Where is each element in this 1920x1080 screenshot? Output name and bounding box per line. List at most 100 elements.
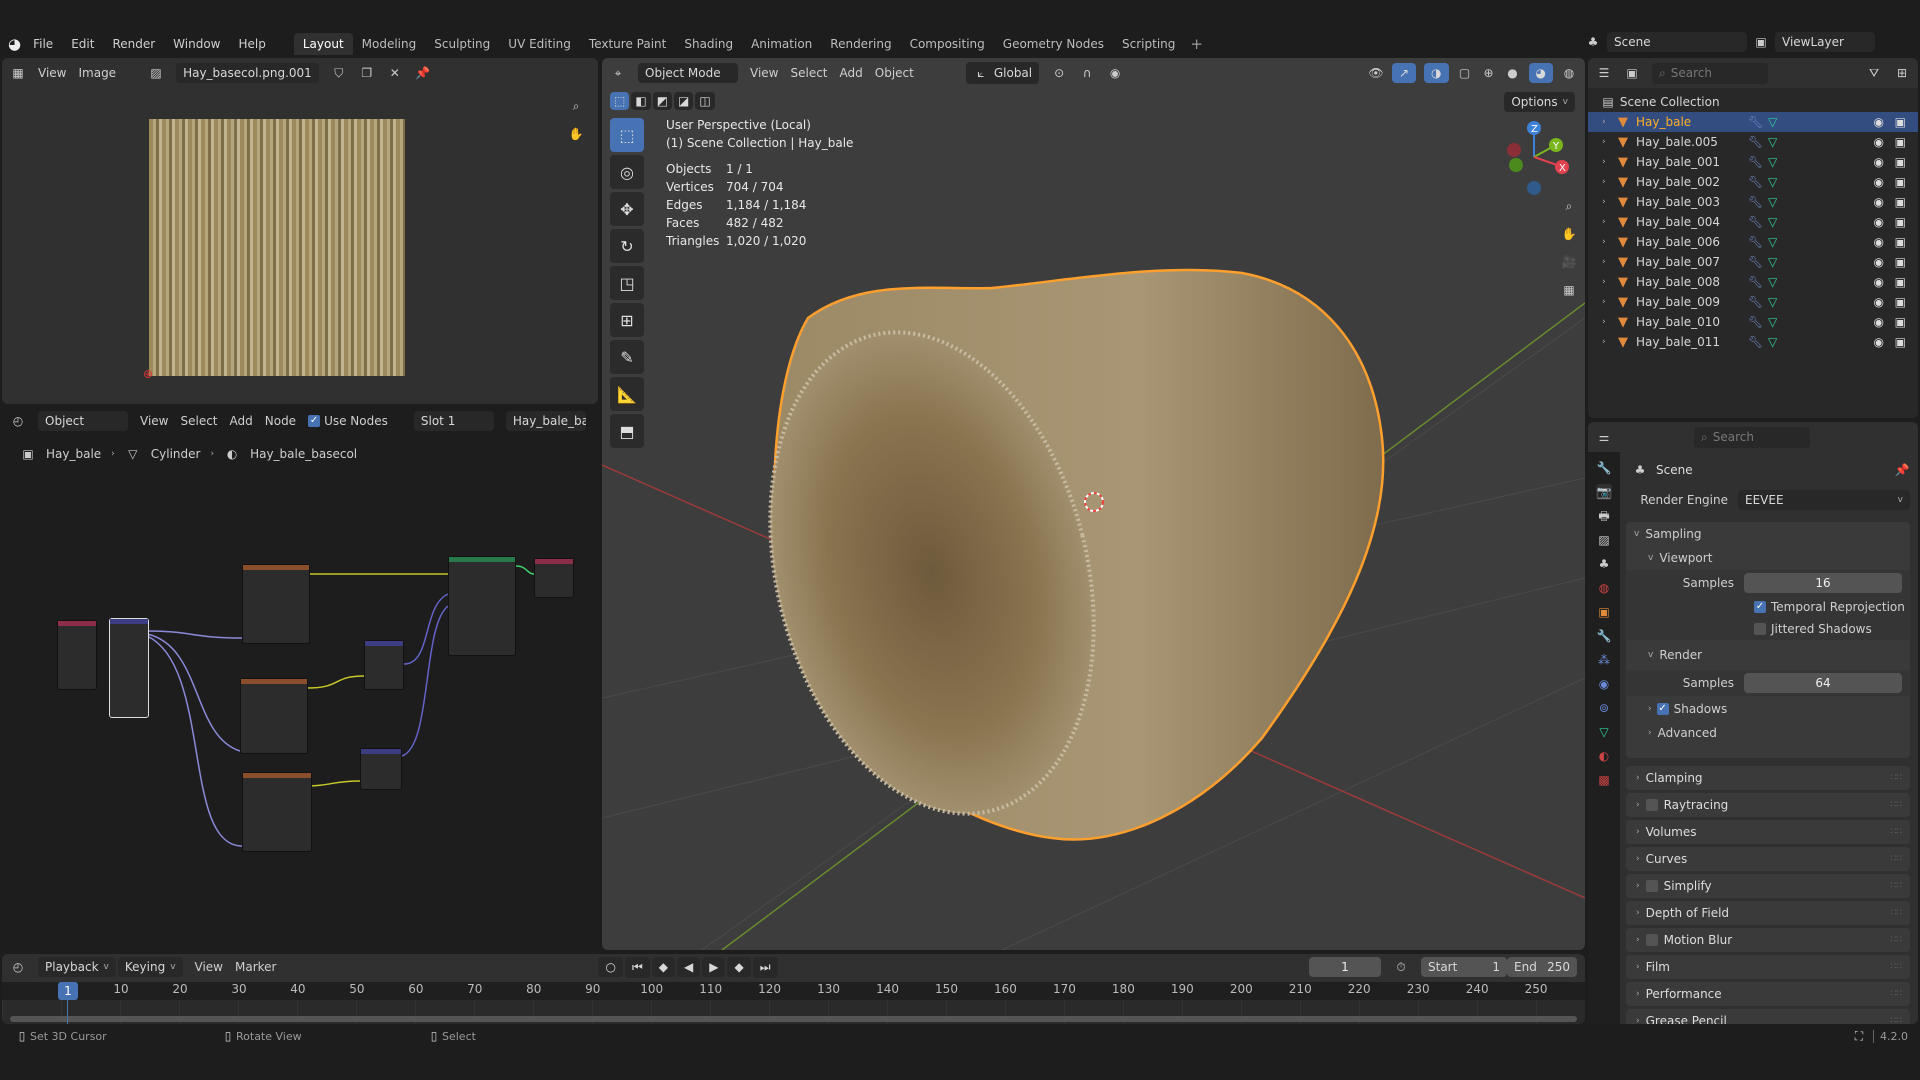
gizmo-toggle[interactable]: ↗	[1391, 63, 1417, 83]
stopwatch-icon[interactable]: ⏱	[1393, 959, 1409, 975]
modifier-tab-icon[interactable]: 🔧	[1596, 628, 1612, 644]
blender-logo-icon[interactable]: ◕	[8, 35, 21, 53]
menu-window[interactable]: Window	[173, 37, 220, 51]
drag-handle-icon[interactable]: ∷∷	[1891, 881, 1902, 891]
filter-icon[interactable]: ⛛	[1866, 65, 1882, 81]
modifier-icon[interactable]: 🔧︎	[1748, 155, 1763, 169]
menu-view[interactable]: View	[38, 66, 66, 80]
overlay-toggle[interactable]: ◑	[1424, 63, 1449, 83]
modifier-icon[interactable]: 🔧︎	[1748, 175, 1763, 189]
workspace-tab-animation[interactable]: Animation	[742, 33, 821, 55]
mesh-data-icon[interactable]: ▽	[1768, 215, 1777, 229]
solid-shading-icon[interactable]: ●	[1505, 65, 1521, 81]
render-camera-icon[interactable]: ▣	[1895, 215, 1906, 229]
expand-icon[interactable]: ›	[1602, 237, 1606, 247]
outliner-item[interactable]: › ▼ Hay_bale_011 🔧︎ ▽ ◉ ▣	[1588, 332, 1918, 352]
expand-icon[interactable]: ›	[1602, 257, 1606, 267]
new-collection-icon[interactable]: ⊞	[1894, 65, 1910, 81]
navigation-gizmo[interactable]: Z Y X	[1507, 121, 1569, 195]
image-browse-icon[interactable]: ▨	[148, 65, 164, 81]
play-reverse-button[interactable]: ◀	[677, 957, 701, 977]
end-frame-field[interactable]: End 250	[1507, 957, 1577, 977]
render-camera-icon[interactable]: ▣	[1895, 275, 1906, 289]
view-layer-tab-icon[interactable]: ▨	[1596, 532, 1612, 548]
node-image-texture-roughness[interactable]	[240, 678, 308, 754]
drag-handle-icon[interactable]: ∷∷	[1891, 1016, 1902, 1024]
output-tab-icon[interactable]: 🖶	[1596, 508, 1612, 524]
menu-file[interactable]: File	[33, 37, 53, 51]
editor-type-icon[interactable]: ☰	[1596, 65, 1612, 81]
scene-collection-row[interactable]: ▤ Scene Collection	[1588, 92, 1918, 112]
outliner-item[interactable]: › ▼ Hay_bale_010 🔧︎ ▽ ◉ ▣	[1588, 312, 1918, 332]
mode-dropdown[interactable]: Object Mode	[638, 63, 738, 83]
texture-tab-icon[interactable]: ▩	[1596, 772, 1612, 788]
menu-view[interactable]: View	[750, 66, 778, 80]
checkbox-icon[interactable]	[1645, 799, 1658, 811]
proportional-edit-icon[interactable]: ◉	[1107, 65, 1123, 81]
drag-handle-icon[interactable]: ∷∷	[1891, 773, 1902, 783]
render-camera-icon[interactable]: ▣	[1895, 315, 1906, 329]
measure-tool[interactable]: 📐	[610, 377, 644, 411]
editor-type-icon[interactable]: ◴	[10, 959, 26, 975]
drag-handle-icon[interactable]: ∷∷	[1891, 800, 1902, 810]
expand-icon[interactable]: ›	[1602, 197, 1606, 207]
properties-search[interactable]: ⌕ Search	[1694, 426, 1810, 448]
render-camera-icon[interactable]: ▣	[1895, 235, 1906, 249]
outliner-item[interactable]: › ▼ Hay_bale_002 🔧︎ ▽ ◉ ▣	[1588, 172, 1918, 192]
expand-icon[interactable]: ›	[1602, 157, 1606, 167]
playback-dropdown[interactable]: Playback v	[38, 957, 116, 977]
material-shading-button[interactable]: ◕	[1528, 63, 1553, 83]
outliner-item[interactable]: › ▼ Hay_bale_009 🔧︎ ▽ ◉ ▣	[1588, 292, 1918, 312]
outliner-search[interactable]: ⌕ Search	[1652, 62, 1768, 84]
workspace-tab-compositing[interactable]: Compositing	[901, 33, 994, 55]
visibility-eye-icon[interactable]: ◉	[1874, 295, 1884, 309]
scene-selector[interactable]: Scene	[1607, 32, 1747, 52]
render-camera-icon[interactable]: ▣	[1895, 155, 1906, 169]
view-layer-icon[interactable]: ▣	[1753, 34, 1769, 50]
select-invert-icon[interactable]: ◪	[674, 92, 694, 110]
timeline-scrollbar[interactable]	[10, 1016, 1577, 1022]
editor-type-icon[interactable]: ▦	[10, 65, 26, 81]
modifier-icon[interactable]: 🔧︎	[1748, 295, 1763, 309]
mesh-data-icon[interactable]: ▽	[1768, 195, 1777, 209]
node-principled-bsdf[interactable]	[448, 556, 516, 656]
mesh-data-icon[interactable]: ▽	[1768, 115, 1777, 129]
keying-dropdown[interactable]: Keying v	[117, 957, 183, 977]
select-extend-icon[interactable]: ◧	[631, 92, 651, 110]
outliner-item[interactable]: › ▼ Hay_bale_008 🔧︎ ▽ ◉ ▣	[1588, 272, 1918, 292]
workspace-tab-texture-paint[interactable]: Texture Paint	[580, 33, 675, 55]
drag-handle-icon[interactable]: ∷∷	[1891, 989, 1902, 999]
workspace-tab-uv-editing[interactable]: UV Editing	[499, 33, 580, 55]
add-cube-tool[interactable]: ⬒	[610, 414, 644, 448]
fake-user-icon[interactable]: ⛉	[331, 65, 347, 81]
select-intersect-icon[interactable]: ◫	[695, 92, 715, 110]
render-camera-icon[interactable]: ▣	[1895, 255, 1906, 269]
expand-icon[interactable]: ›	[1602, 337, 1606, 347]
menu-add[interactable]: Add	[840, 66, 863, 80]
mesh-data-icon[interactable]: ▽	[1768, 135, 1777, 149]
view-layer-selector[interactable]: ViewLayer	[1775, 32, 1875, 52]
visibility-eye-icon[interactable]: ◉	[1874, 215, 1884, 229]
outliner-item[interactable]: › ▼ Hay_bale_001 🔧︎ ▽ ◉ ▣	[1588, 152, 1918, 172]
visibility-eye-icon[interactable]: ◉	[1874, 155, 1884, 169]
mesh-data-icon[interactable]: ▽	[1768, 335, 1777, 349]
modifier-icon[interactable]: 🔧︎	[1748, 195, 1763, 209]
sampling-header[interactable]: v Sampling	[1626, 522, 1910, 546]
modifier-icon[interactable]: 🔧︎	[1748, 315, 1763, 329]
expand-icon[interactable]: ›	[1602, 317, 1606, 327]
checkbox-icon[interactable]	[1645, 880, 1658, 892]
unlink-icon[interactable]: ✕	[387, 65, 403, 81]
pin-icon[interactable]: 📌	[1894, 462, 1910, 478]
panel-curves[interactable]: › Curves ∷∷	[1626, 847, 1910, 871]
cursor-tool[interactable]: ◎	[610, 155, 644, 189]
outliner-item[interactable]: › ▼ Hay_bale_006 🔧︎ ▽ ◉ ▣	[1588, 232, 1918, 252]
panel-performance[interactable]: › Performance ∷∷	[1626, 982, 1910, 1006]
zoom-icon[interactable]: ⌕	[1561, 198, 1577, 214]
next-keyframe-button[interactable]: ◆	[727, 957, 751, 977]
checkbox-icon[interactable]	[1645, 934, 1658, 946]
frame-ruler[interactable]: 10 20 30 40 50 60 70 80 90 100 110 120 130 140 150 160 1…	[2, 982, 1585, 1000]
pan-hand-icon[interactable]: ✋	[1561, 226, 1577, 242]
workspace-tab-rendering[interactable]: Rendering	[821, 33, 900, 55]
visibility-eye-icon[interactable]: ◉	[1874, 195, 1884, 209]
drag-handle-icon[interactable]: ∷∷	[1891, 854, 1902, 864]
